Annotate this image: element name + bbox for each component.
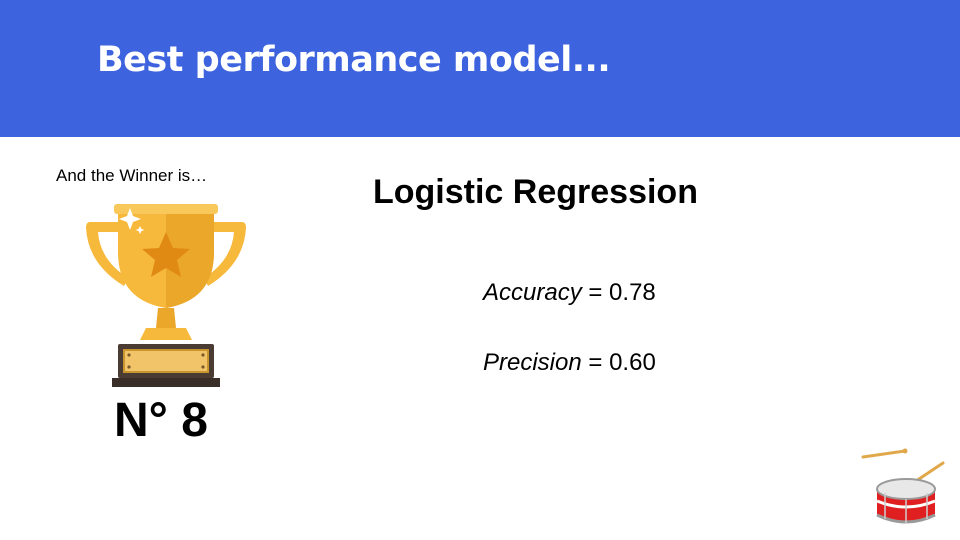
metric-value: = 0.78 — [588, 279, 656, 306]
header-banner: Best performance model... — [0, 0, 960, 137]
metric-precision: Precision = 0.60 — [483, 349, 656, 377]
intro-text: And the Winner is… — [56, 166, 208, 185]
metric-accuracy: Accuracy = 0.78 — [483, 279, 656, 307]
metric-name: Accuracy — [483, 279, 582, 306]
drum-icon — [857, 437, 955, 533]
rank-label: N° 8 — [114, 394, 208, 447]
slide-title: Best performance model... — [97, 40, 611, 80]
trophy-icon — [84, 200, 248, 390]
metric-value: = 0.60 — [588, 349, 656, 376]
metric-name: Precision — [483, 349, 582, 376]
model-name: Logistic Regression — [373, 173, 698, 211]
